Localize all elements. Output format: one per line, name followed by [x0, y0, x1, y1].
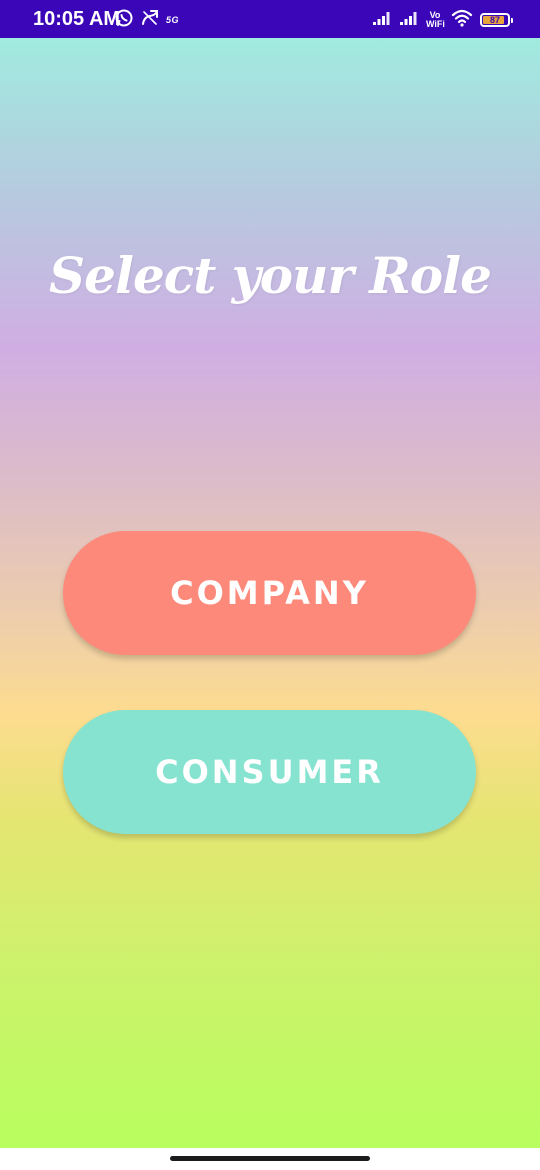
- wifi-icon: [451, 9, 473, 31]
- consumer-button[interactable]: CONSUMER: [63, 710, 476, 834]
- missed-call-icon: [140, 8, 160, 32]
- status-left-icons: 5G: [114, 9, 179, 31]
- network-type-label: 5G: [166, 15, 180, 25]
- screen: 10:05 AM 5G Vo WiFi 87 Select your Role …: [0, 0, 540, 1170]
- vowifi-indicator: Vo WiFi: [426, 11, 445, 29]
- vowifi-bottom-label: WiFi: [426, 19, 445, 29]
- home-indicator[interactable]: [170, 1156, 370, 1161]
- company-button[interactable]: COMPANY: [63, 531, 476, 655]
- company-button-label: COMPANY: [170, 574, 369, 612]
- role-selection-screen: Select your Role COMPANY CONSUMER: [0, 38, 540, 1148]
- page-title: Select your Role: [49, 246, 492, 305]
- status-bar: 10:05 AM 5G Vo WiFi 87: [0, 0, 540, 38]
- whatsapp-icon: [114, 8, 134, 32]
- status-right-icons: Vo WiFi 87: [372, 8, 513, 32]
- consumer-button-label: CONSUMER: [155, 753, 384, 791]
- status-time: 10:05 AM: [33, 8, 121, 30]
- battery-level: 87: [489, 15, 500, 25]
- navigation-bar: [0, 1148, 540, 1170]
- signal-icon: [372, 10, 392, 30]
- signal-icon: [399, 10, 419, 30]
- battery-tip: [511, 18, 513, 23]
- battery-icon: 87: [480, 13, 513, 27]
